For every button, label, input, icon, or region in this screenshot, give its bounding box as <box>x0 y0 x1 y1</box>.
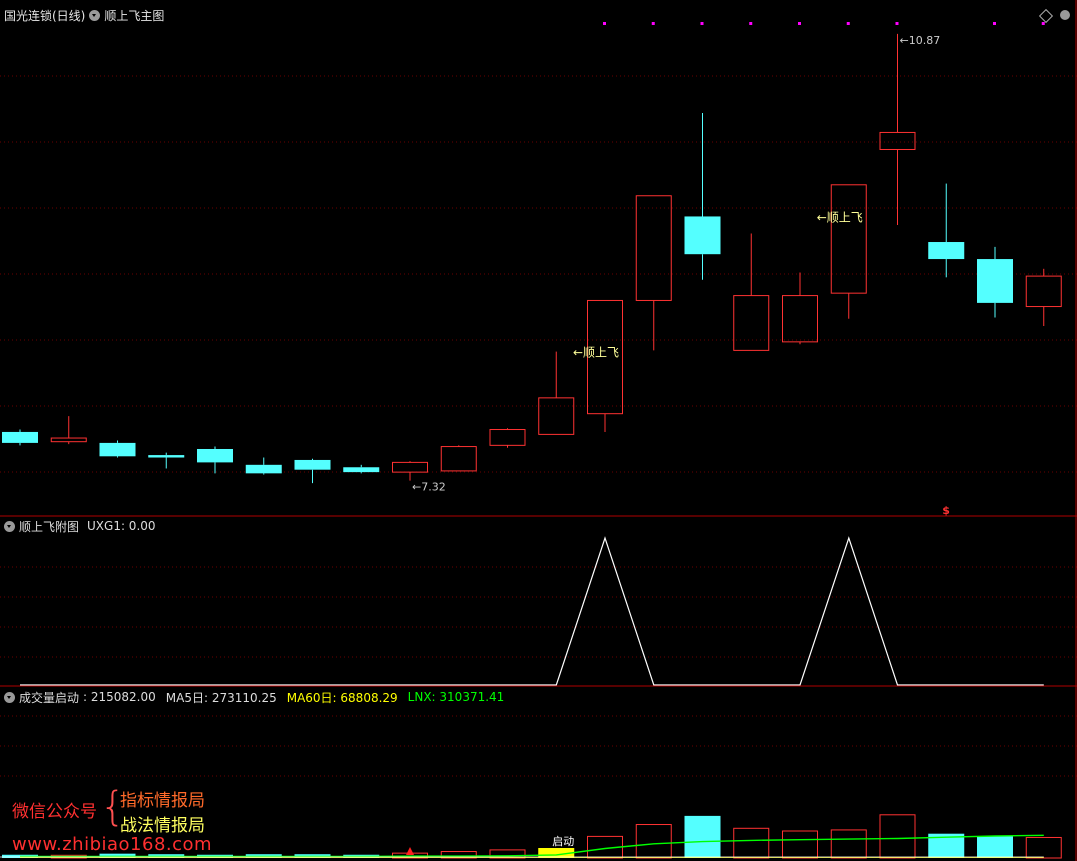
top-signal-marker <box>700 22 704 25</box>
top-signal-marker <box>603 22 606 25</box>
candle-body <box>99 442 136 457</box>
candle-body <box>928 242 965 260</box>
main-indicator-name[interactable]: 顺上飞主图 <box>104 7 164 24</box>
sub-indicator-dropdown-icon[interactable] <box>4 520 15 532</box>
ma5-value: MA5日: 273110.25 <box>165 690 277 705</box>
candle-body <box>148 455 185 458</box>
sub-panel-header: 顺上飞附图 UXG1: 0.00 <box>4 517 156 535</box>
top-signal-marker <box>993 22 996 25</box>
volume-indicator-name[interactable]: 成交量启动 <box>19 689 79 706</box>
expand-icon[interactable] <box>1060 10 1070 20</box>
volume-panel-header: 成交量启动 : 215082.00 MA5日: 273110.25 MA60日:… <box>4 688 504 706</box>
indicator-dropdown-icon[interactable] <box>89 9 101 21</box>
dollar-marker: $ <box>942 504 950 517</box>
candle-body <box>684 216 721 255</box>
candle-body <box>197 448 233 463</box>
candle-body <box>2 431 38 443</box>
start-label: 启动 <box>552 835 574 848</box>
high-price-label: ←10.87 <box>900 34 941 47</box>
stock-name[interactable]: 国光连锁(日线) <box>4 7 85 24</box>
candle-body <box>977 259 1013 303</box>
main-panel-header: 国光连锁(日线) 顺上飞主图 <box>4 6 164 24</box>
sub-indicator-value: UXG1: 0.00 <box>87 519 156 533</box>
top-signal-marker <box>749 22 753 25</box>
lnx-value: LNX: 310371.41 <box>407 690 505 704</box>
candle <box>99 440 136 458</box>
top-signal-marker <box>1041 22 1045 25</box>
top-signal-marker <box>895 22 899 25</box>
ma60-value: MA60日: 68808.29 <box>286 690 398 705</box>
top-signal-marker <box>798 22 801 25</box>
volume-bar <box>684 815 721 858</box>
volume-value: : 215082.00 <box>83 690 156 704</box>
watermark-line1: 指标情报局 <box>120 791 205 811</box>
watermark-url: www.zhibiao168.com <box>12 834 213 855</box>
sub-indicator-name[interactable]: 顺上飞附图 <box>19 518 79 535</box>
candle-body <box>343 467 380 473</box>
top-signal-marker <box>651 22 655 25</box>
volume-bar <box>977 836 1013 858</box>
signal-label: ←顺上飞 <box>817 210 863 224</box>
watermark-wechat-label: 微信公众号 <box>12 802 97 822</box>
watermark-line2: 战法情报局 <box>120 816 205 836</box>
candle-body <box>294 459 331 470</box>
volume-dropdown-icon[interactable] <box>4 691 15 703</box>
signal-label: ←顺上飞 <box>573 346 619 360</box>
candle-body <box>245 464 282 474</box>
kline-chart-canvas[interactable]: ←7.32 ←10.87 ←顺上飞 ←顺上飞 $ 启动 <box>0 0 1077 861</box>
low-price-label: ←7.32 <box>412 481 446 494</box>
top-signal-marker <box>846 22 850 25</box>
